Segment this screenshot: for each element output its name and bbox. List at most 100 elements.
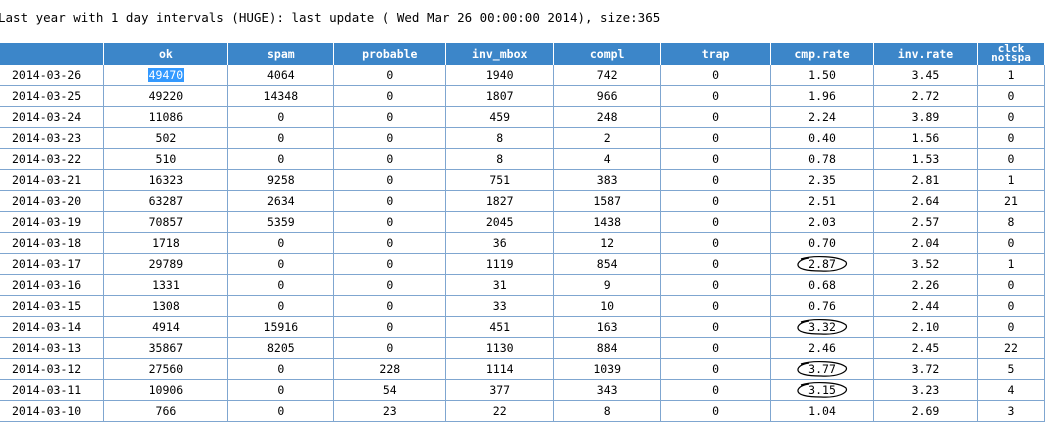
cell-spam[interactable]: 0 [227, 232, 335, 254]
cell-cmp-rate[interactable]: 0.68 [770, 274, 874, 296]
cell-inv-rate[interactable]: 3.72 [873, 358, 978, 380]
cell-cmp-rate[interactable]: 2.46 [770, 337, 874, 359]
col-header-trap[interactable]: trap [660, 43, 772, 65]
table-row[interactable]: 2014-03-22 510 0 0 8 4 0 0.78 1.53 0 [0, 148, 1045, 170]
cell-probable[interactable]: 54 [333, 379, 447, 401]
cell-date[interactable]: 2014-03-14 [0, 316, 105, 338]
cell-trap[interactable]: 0 [660, 106, 772, 128]
cell-inv-rate[interactable]: 3.45 [873, 65, 978, 86]
cell-trap[interactable]: 0 [660, 295, 772, 317]
cell-spam[interactable]: 15916 [227, 316, 335, 338]
cell-cmp-rate[interactable]: 0.76 [770, 295, 874, 317]
col-header-probable[interactable]: probable [333, 43, 447, 65]
cell-compl[interactable]: 1039 [553, 358, 662, 380]
table-row[interactable]: 2014-03-13 35867 8205 0 1130 884 0 2.46 2.45 22 [0, 337, 1045, 359]
cell-trap[interactable]: 0 [660, 211, 772, 233]
cell-clck[interactable]: 4 [977, 379, 1045, 401]
cell-inv-mbox[interactable]: 22 [445, 400, 555, 422]
cell-cmp-rate[interactable]: 0.78 [770, 148, 874, 170]
cell-inv-mbox[interactable]: 31 [445, 274, 555, 296]
cell-ok[interactable]: 29789 [103, 253, 229, 275]
table-row[interactable]: 2014-03-21 16323 9258 0 751 383 0 2.35 2.81 1 [0, 169, 1045, 191]
cell-spam[interactable]: 2634 [227, 190, 335, 212]
cell-inv-rate[interactable]: 2.64 [873, 190, 978, 212]
cell-cmp-rate[interactable]: 2.51 [770, 190, 874, 212]
cell-spam[interactable]: 14348 [227, 85, 335, 107]
cell-ok[interactable]: 1718 [103, 232, 229, 254]
cell-compl[interactable]: 742 [553, 65, 662, 86]
cell-probable[interactable]: 0 [333, 253, 447, 275]
cell-date[interactable]: 2014-03-21 [0, 169, 105, 191]
cell-compl[interactable]: 854 [553, 253, 662, 275]
cell-date[interactable]: 2014-03-15 [0, 295, 105, 317]
col-header-clck-notspam[interactable]: clck notspa [977, 43, 1045, 65]
cell-inv-mbox[interactable]: 1807 [445, 85, 555, 107]
cell-inv-mbox[interactable]: 8 [445, 127, 555, 149]
cell-cmp-rate[interactable]: 1.50 [770, 65, 874, 86]
cell-clck[interactable]: 8 [977, 211, 1045, 233]
cell-probable[interactable]: 0 [333, 85, 447, 107]
cell-ok[interactable]: 35867 [103, 337, 229, 359]
cell-clck[interactable]: 1 [977, 169, 1045, 191]
cell-inv-rate[interactable]: 2.10 [873, 316, 978, 338]
table-row[interactable]: 2014-03-12 27560 0 228 1114 1039 0 3.77 3.72 5 [0, 358, 1045, 380]
cell-trap[interactable]: 0 [660, 85, 772, 107]
cell-probable[interactable]: 0 [333, 316, 447, 338]
cell-spam[interactable]: 0 [227, 253, 335, 275]
cell-inv-mbox[interactable]: 1940 [445, 65, 555, 86]
cell-cmp-rate[interactable]: 2.24 [770, 106, 874, 128]
table-row[interactable]: 2014-03-10 766 0 23 22 8 0 1.04 2.69 3 [0, 400, 1045, 422]
cell-cmp-rate[interactable]: 2.87 [770, 253, 874, 275]
cell-inv-mbox[interactable]: 1130 [445, 337, 555, 359]
cell-inv-mbox[interactable]: 459 [445, 106, 555, 128]
cell-compl[interactable]: 8 [553, 400, 662, 422]
cell-spam[interactable]: 0 [227, 127, 335, 149]
cell-compl[interactable]: 1587 [553, 190, 662, 212]
cell-trap[interactable]: 0 [660, 65, 772, 86]
cell-inv-rate[interactable]: 2.57 [873, 211, 978, 233]
cell-date[interactable]: 2014-03-13 [0, 337, 105, 359]
cell-trap[interactable]: 0 [660, 169, 772, 191]
cell-inv-rate[interactable]: 3.52 [873, 253, 978, 275]
cell-trap[interactable]: 0 [660, 148, 772, 170]
table-row[interactable]: 2014-03-11 10906 0 54 377 343 0 3.15 3.23 4 [0, 379, 1045, 401]
cell-cmp-rate[interactable]: 3.15 [770, 379, 874, 401]
cell-probable[interactable]: 0 [333, 211, 447, 233]
cell-clck[interactable]: 22 [977, 337, 1045, 359]
cell-probable[interactable]: 0 [333, 169, 447, 191]
cell-inv-rate[interactable]: 2.26 [873, 274, 978, 296]
cell-probable[interactable]: 23 [333, 400, 447, 422]
table-row[interactable]: 2014-03-20 63287 2634 0 1827 1587 0 2.51 2.64 21 [0, 190, 1045, 212]
table-row[interactable]: 2014-03-15 1308 0 0 33 10 0 0.76 2.44 0 [0, 295, 1045, 317]
cell-ok[interactable]: 27560 [103, 358, 229, 380]
cell-probable[interactable]: 0 [333, 274, 447, 296]
cell-clck[interactable]: 0 [977, 85, 1045, 107]
cell-cmp-rate[interactable]: 0.40 [770, 127, 874, 149]
cell-ok[interactable]: 502 [103, 127, 229, 149]
cell-clck[interactable]: 0 [977, 232, 1045, 254]
cell-inv-mbox[interactable]: 377 [445, 379, 555, 401]
table-row[interactable]: 2014-03-25 49220 14348 0 1807 966 0 1.96 2.72 0 [0, 85, 1045, 107]
cell-trap[interactable]: 0 [660, 190, 772, 212]
cell-inv-mbox[interactable]: 1119 [445, 253, 555, 275]
cell-date[interactable]: 2014-03-12 [0, 358, 105, 380]
col-header-inv-rate[interactable]: inv.rate [873, 43, 978, 65]
cell-inv-mbox[interactable]: 8 [445, 148, 555, 170]
cell-ok[interactable]: 11086 [103, 106, 229, 128]
cell-ok[interactable]: 510 [103, 148, 229, 170]
cell-compl[interactable]: 4 [553, 148, 662, 170]
cell-trap[interactable]: 0 [660, 379, 772, 401]
cell-probable[interactable]: 0 [333, 295, 447, 317]
col-header-inv-mbox[interactable]: inv_mbox [445, 43, 555, 65]
cell-inv-mbox[interactable]: 1114 [445, 358, 555, 380]
cell-inv-rate[interactable]: 2.81 [873, 169, 978, 191]
cell-spam[interactable]: 0 [227, 148, 335, 170]
table-row[interactable]: 2014-03-24 11086 0 0 459 248 0 2.24 3.89 0 [0, 106, 1045, 128]
cell-clck[interactable]: 3 [977, 400, 1045, 422]
cell-trap[interactable]: 0 [660, 274, 772, 296]
cell-date[interactable]: 2014-03-10 [0, 400, 105, 422]
cell-cmp-rate[interactable]: 1.96 [770, 85, 874, 107]
cell-trap[interactable]: 0 [660, 253, 772, 275]
cell-probable[interactable]: 0 [333, 106, 447, 128]
cell-compl[interactable]: 163 [553, 316, 662, 338]
